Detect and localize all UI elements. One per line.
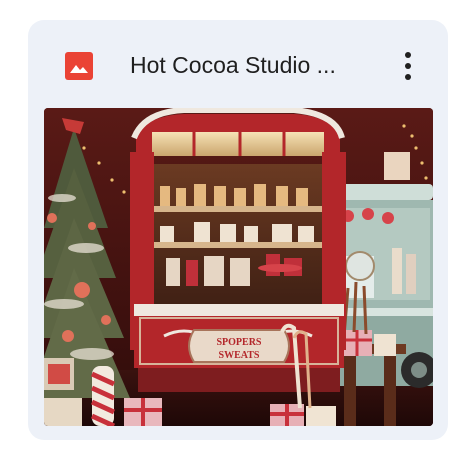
image-icon <box>65 52 93 80</box>
sign-line-2: SWEATS <box>219 350 260 361</box>
file-card[interactable]: Hot Cocoa Studio ... SPOPERS SWEATS <box>28 20 448 440</box>
file-title[interactable]: Hot Cocoa Studio ... <box>130 50 375 80</box>
card-header: Hot Cocoa Studio ... <box>28 20 448 110</box>
more-options-button[interactable] <box>392 46 424 86</box>
image-thumbnail[interactable]: SPOPERS SWEATS <box>44 108 433 426</box>
more-vertical-icon <box>392 52 424 89</box>
sign-line-1: SPOPERS <box>216 337 261 348</box>
